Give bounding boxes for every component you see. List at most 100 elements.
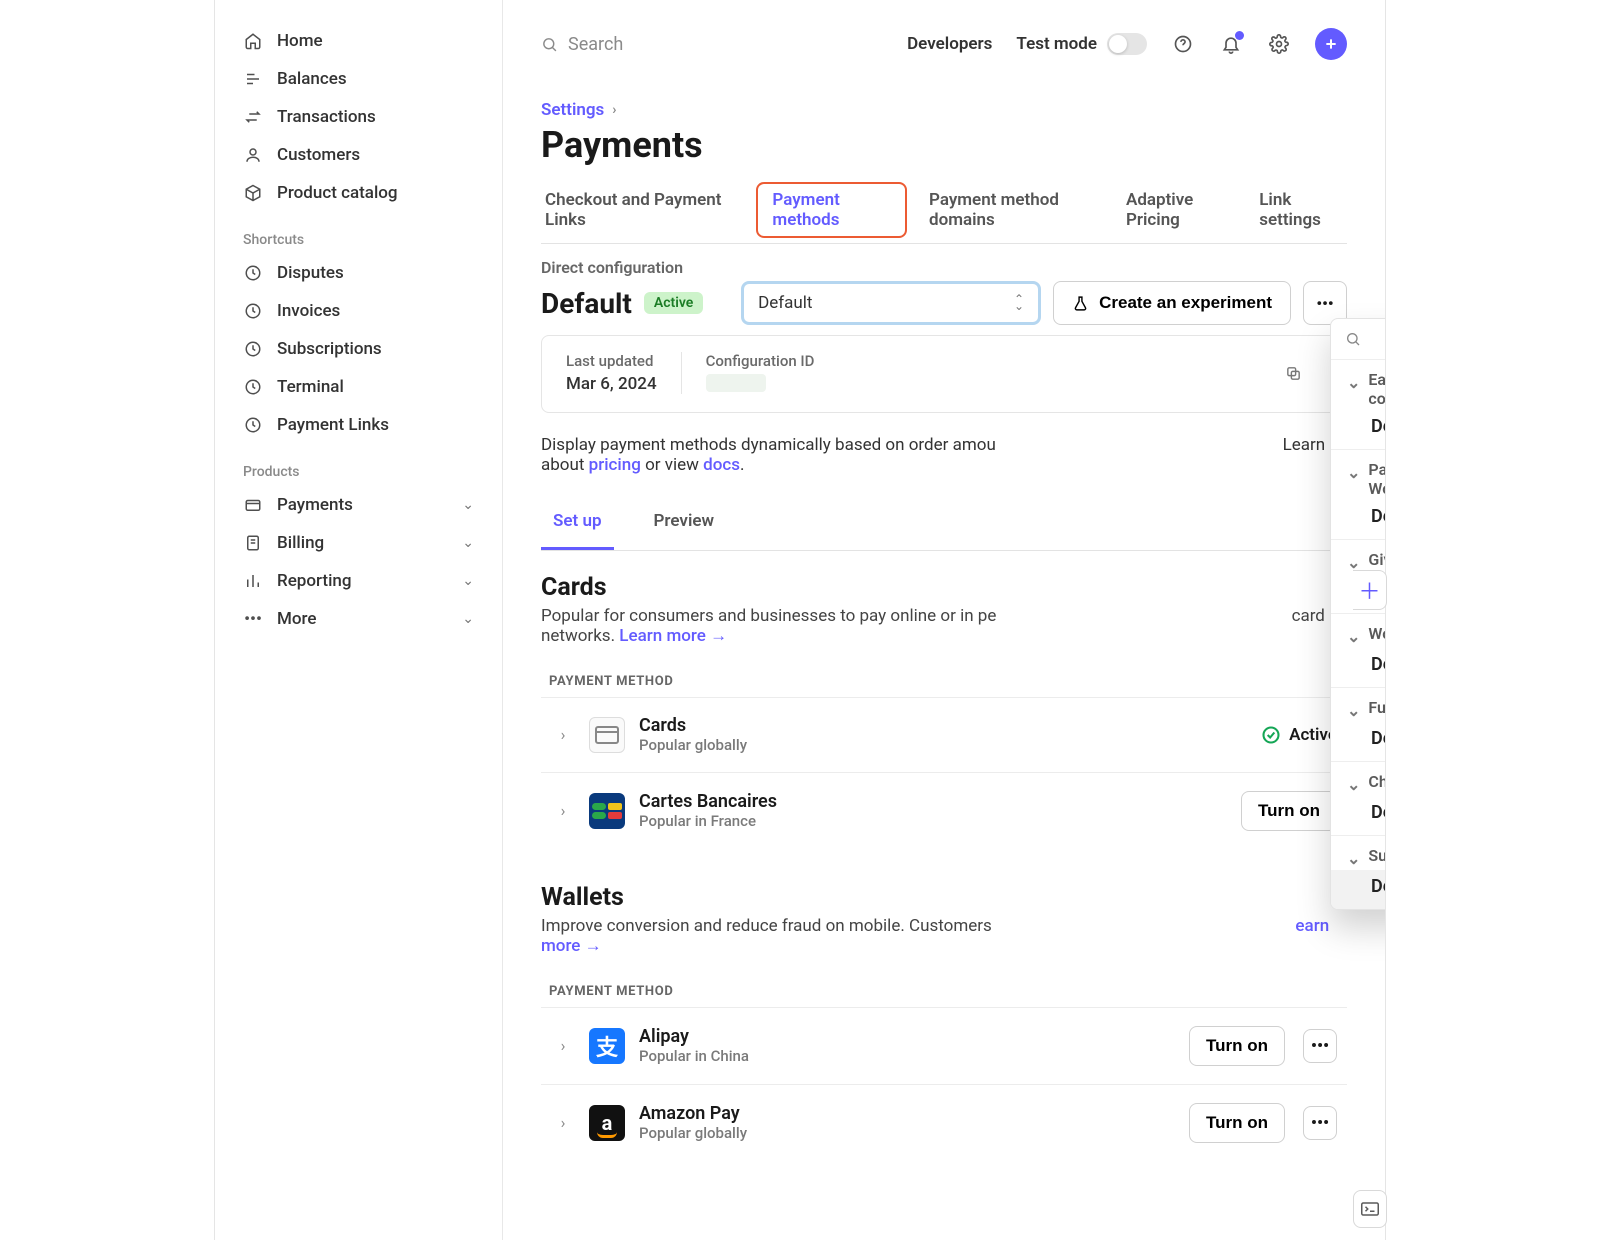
chevron-down-icon: ⌄ xyxy=(1347,463,1360,482)
pricing-link[interactable]: pricing xyxy=(589,455,641,475)
floating-terminal-button[interactable] xyxy=(1353,1190,1387,1228)
popover-group-header[interactable]: ⌄Payment Plugins for Stripe WooCommerce … xyxy=(1331,450,1385,500)
sidebar-item-invoices[interactable]: Invoices xyxy=(233,292,484,330)
turn-on-button[interactable]: Turn on xyxy=(1189,1103,1285,1143)
help-icon[interactable] xyxy=(1171,32,1195,56)
sidebar-item-home[interactable]: Home xyxy=(233,22,484,60)
chevron-right-icon[interactable]: › xyxy=(551,799,575,823)
popover-option-surecart-default[interactable]: Default xyxy=(1331,870,1385,909)
sidebar-item-customers[interactable]: Customers xyxy=(233,136,484,174)
direct-config-label: Direct configuration xyxy=(541,258,1347,277)
popover-option[interactable]: Default xyxy=(1331,500,1385,539)
chevron-down-icon: ⌄ xyxy=(462,573,474,589)
ellipsis-icon: ••• xyxy=(243,609,263,629)
turn-on-button[interactable]: Turn on xyxy=(1241,791,1337,831)
learn-more-link[interactable]: Learn more → xyxy=(619,626,727,646)
sidebar-item-label: More xyxy=(277,609,316,629)
search-input[interactable]: Search xyxy=(541,34,623,55)
popover-search[interactable] xyxy=(1331,319,1385,360)
chevron-down-icon: ⌄ xyxy=(1347,849,1360,868)
subtab-preview[interactable]: Preview xyxy=(642,495,727,550)
popover-option[interactable]: Default xyxy=(1331,648,1385,687)
clock-icon xyxy=(243,415,263,435)
create-experiment-button[interactable]: Create an experiment xyxy=(1053,281,1291,325)
config-select-popover: ⌄Easy Digital Downloads configurationsDe… xyxy=(1330,318,1385,910)
sidebar-item-label: Invoices xyxy=(277,301,340,321)
button-label: Create an experiment xyxy=(1099,293,1272,313)
sidebar-item-subscriptions[interactable]: Subscriptions xyxy=(233,330,484,368)
sidebar-item-transactions[interactable]: Transactions xyxy=(233,98,484,136)
config-id-value xyxy=(706,374,766,392)
tab-checkout-links[interactable]: Checkout and Payment Links xyxy=(541,182,738,243)
test-mode-toggle[interactable]: Test mode xyxy=(1016,33,1147,55)
breadcrumb[interactable]: Settings › xyxy=(541,100,617,120)
sidebar-item-label: Payment Links xyxy=(277,415,389,435)
pm-name: Cartes Bancaires xyxy=(639,792,777,812)
popover-group-header[interactable]: ⌄GiveWP configurations xyxy=(1331,540,1385,574)
pm-header: PAYMENT METHOD xyxy=(549,674,1347,689)
section-title: Wallets xyxy=(541,883,1347,912)
sidebar-item-billing[interactable]: Billing⌄ xyxy=(233,524,484,562)
docs-link[interactable]: docs xyxy=(703,455,740,475)
chevron-right-icon[interactable]: › xyxy=(551,723,575,747)
popover-group-header[interactable]: ⌄SureCart configurations xyxy=(1331,836,1385,870)
chevron-right-icon[interactable]: › xyxy=(551,1034,575,1058)
sidebar-item-terminal[interactable]: Terminal xyxy=(233,368,484,406)
popover-group-header[interactable]: ⌄FunnelKit configurations xyxy=(1331,688,1385,722)
floating-add-button[interactable]: ＋ xyxy=(1353,570,1387,610)
settings-icon[interactable] xyxy=(1267,32,1291,56)
tab-link-settings[interactable]: Link settings xyxy=(1255,182,1347,243)
sidebar-item-more[interactable]: ••• More ⌄ xyxy=(233,600,484,638)
chevron-right-icon[interactable]: › xyxy=(551,1111,575,1135)
add-account-button[interactable] xyxy=(1315,28,1347,60)
config-select[interactable]: Default ⌃⌄ xyxy=(741,281,1041,325)
card-icon xyxy=(589,717,625,753)
last-updated-value: Mar 6, 2024 xyxy=(566,374,657,394)
developers-link[interactable]: Developers xyxy=(907,34,992,54)
chevron-down-icon: ⌄ xyxy=(462,497,474,513)
product-catalog-icon xyxy=(243,183,263,203)
sidebar-item-label: Home xyxy=(277,31,323,51)
tab-payment-methods[interactable]: Payment methods xyxy=(756,182,907,238)
pm-row-amazon-pay[interactable]: › a Amazon Pay Popular globally Turn on … xyxy=(541,1084,1347,1161)
sidebar-item-label: Billing xyxy=(277,533,324,553)
breadcrumb-label: Settings xyxy=(541,100,604,120)
chevron-down-icon: ⌄ xyxy=(1347,701,1360,720)
bar-chart-icon xyxy=(243,571,263,591)
row-overflow-button[interactable]: ••• xyxy=(1303,1029,1337,1063)
sidebar-item-label: Subscriptions xyxy=(277,339,382,359)
sidebar-item-balances[interactable]: Balances xyxy=(233,60,484,98)
home-icon xyxy=(243,31,263,51)
select-chevrons-icon: ⌃⌄ xyxy=(1014,296,1024,310)
pm-row-cartes-bancaires[interactable]: › Cartes Bancaires Popular in France Tur… xyxy=(541,772,1347,849)
popover-option[interactable]: Default xyxy=(1331,722,1385,761)
sidebar-item-disputes[interactable]: Disputes xyxy=(233,254,484,292)
popover-group-header[interactable]: ⌄Checkout Plugins configurations xyxy=(1331,762,1385,796)
chevron-down-icon: ⌄ xyxy=(462,611,474,627)
sidebar: Home Balances Transactions Customers Pro… xyxy=(215,0,503,1240)
clock-icon xyxy=(243,263,263,283)
tab-pm-domains[interactable]: Payment method domains xyxy=(925,182,1104,243)
sidebar-item-payment-links[interactable]: Payment Links xyxy=(233,406,484,444)
pm-name: Cards xyxy=(639,716,747,736)
turn-on-button[interactable]: Turn on xyxy=(1189,1026,1285,1066)
pm-row-cards[interactable]: › Cards Popular globally Active xyxy=(541,697,1347,772)
sidebar-item-payments[interactable]: Payments⌄ xyxy=(233,486,484,524)
copy-icon[interactable] xyxy=(1285,365,1322,382)
section-wallets: Wallets Improve conversion and reduce fr… xyxy=(541,883,1347,1161)
pm-name: Alipay xyxy=(639,1027,749,1047)
pm-sub: Popular globally xyxy=(639,736,747,754)
popover-option[interactable]: Default xyxy=(1331,410,1385,449)
notifications-icon[interactable] xyxy=(1219,32,1243,56)
popover-group-header[interactable]: ⌄WooCommerce Inc. configurations xyxy=(1331,614,1385,648)
tab-adaptive-pricing[interactable]: Adaptive Pricing xyxy=(1122,182,1237,243)
popover-option[interactable]: Default xyxy=(1331,796,1385,835)
sidebar-item-reporting[interactable]: Reporting⌄ xyxy=(233,562,484,600)
popover-group-header[interactable]: ⌄Easy Digital Downloads configurations xyxy=(1331,360,1385,410)
row-overflow-button[interactable]: ••• xyxy=(1303,1106,1337,1140)
test-mode-label: Test mode xyxy=(1016,34,1097,54)
subtab-setup[interactable]: Set up xyxy=(541,495,614,550)
balances-icon xyxy=(243,69,263,89)
sidebar-item-product-catalog[interactable]: Product catalog xyxy=(233,174,484,212)
pm-row-alipay[interactable]: › 支 Alipay Popular in China Turn on ••• xyxy=(541,1007,1347,1084)
